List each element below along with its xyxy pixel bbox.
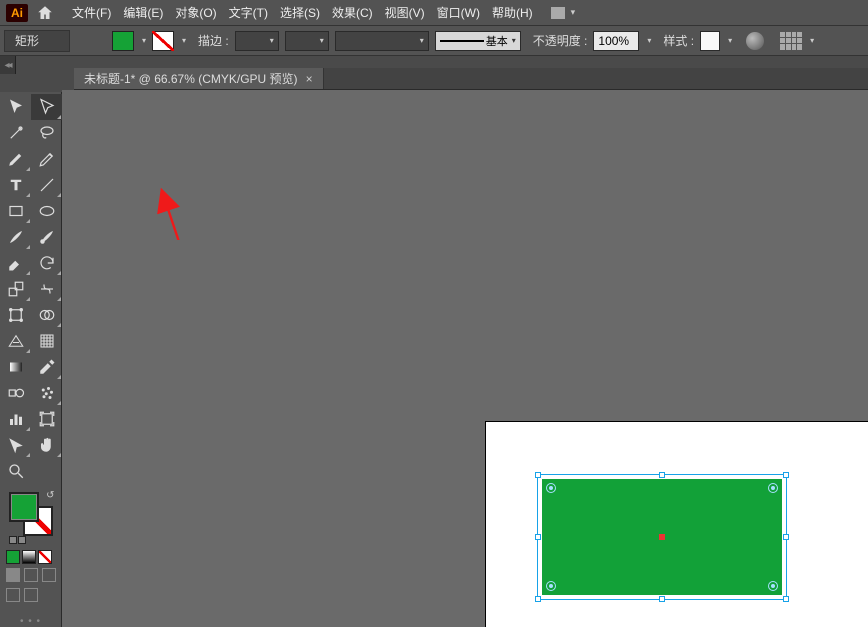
stroke-picker-chevron-icon[interactable]: ▾	[182, 36, 186, 45]
menu-help[interactable]: 帮助(H)	[486, 0, 539, 26]
eraser-tool-icon[interactable]	[0, 250, 31, 276]
document-tab[interactable]: 未标题-1* @ 66.67% (CMYK/GPU 预览) ×	[74, 68, 324, 89]
artboard-tool-icon[interactable]	[31, 406, 62, 432]
draw-inside-icon[interactable]	[42, 568, 56, 582]
menu-effect[interactable]: 效果(C)	[326, 0, 379, 26]
opacity-label: 不透明度 :	[533, 32, 588, 49]
color-mode-gradient[interactable]	[22, 550, 36, 564]
document-tab-bar: 未标题-1* @ 66.67% (CMYK/GPU 预览) ×	[74, 68, 868, 90]
ellipse-tool-icon[interactable]	[31, 198, 62, 224]
control-bar: 矩形 ▾ ▾ 描边 : ▾ ▾ ▾ 基本 ▾ 不透明度 : 100% ▾ 样式 …	[0, 26, 868, 56]
scale-tool-icon[interactable]	[0, 276, 31, 302]
perspective-grid-tool-icon[interactable]	[0, 328, 31, 354]
draw-behind-icon[interactable]	[24, 568, 38, 582]
zoom-tool-icon[interactable]	[0, 458, 31, 484]
close-tab-icon[interactable]: ×	[306, 72, 313, 86]
direct-selection-tool-icon[interactable]	[31, 94, 62, 120]
shape-builder-tool-icon[interactable]	[31, 302, 62, 328]
swap-fill-stroke-icon[interactable]: ↺	[46, 490, 54, 501]
stroke-weight-input[interactable]: ▾	[235, 31, 279, 51]
fill-swatch[interactable]	[112, 31, 134, 51]
stroke-swatch[interactable]	[152, 31, 174, 51]
brush-definition-dropdown[interactable]: 基本 ▾	[435, 31, 521, 51]
rectangle-tool-icon[interactable]	[0, 198, 31, 224]
toolbox: ↺ • • •	[0, 92, 62, 627]
curvature-tool-icon[interactable]	[31, 146, 62, 172]
color-mode-swatches	[6, 550, 61, 564]
blob-brush-tool-icon[interactable]	[31, 224, 62, 250]
color-mode-color[interactable]	[6, 550, 20, 564]
edit-toolbar-icon[interactable]: • • •	[0, 616, 61, 627]
hand-tool-icon[interactable]	[31, 432, 62, 458]
document-tab-title: 未标题-1* @ 66.67% (CMYK/GPU 预览)	[84, 70, 298, 87]
stroke-profile-dropdown[interactable]: ▾	[285, 31, 329, 51]
column-graph-tool-icon[interactable]	[0, 406, 31, 432]
eyedropper-tool-icon[interactable]	[31, 354, 62, 380]
color-mode-none[interactable]	[38, 550, 52, 564]
symbol-sprayer-tool-icon[interactable]	[31, 380, 62, 406]
screen-modes	[6, 588, 61, 602]
blend-tool-icon[interactable]	[0, 380, 31, 406]
align-panel-icon[interactable]	[780, 32, 802, 50]
menu-edit[interactable]: 编辑(E)	[117, 0, 169, 26]
stroke-label: 描边 :	[198, 32, 229, 49]
menu-view[interactable]: 视图(V)	[379, 0, 431, 26]
menu-window[interactable]: 窗口(W)	[431, 0, 486, 26]
line-segment-tool-icon[interactable]	[31, 172, 62, 198]
workspace-switcher[interactable]: ▾	[551, 7, 576, 19]
empty-tool-slot	[31, 458, 62, 484]
draw-normal-icon[interactable]	[6, 568, 20, 582]
home-icon[interactable]	[36, 4, 54, 22]
selected-rectangle-shape[interactable]	[542, 479, 782, 595]
menu-select[interactable]: 选择(S)	[274, 0, 326, 26]
brush-label: 基本	[486, 33, 508, 49]
style-label: 样式 :	[663, 32, 694, 49]
opacity-chevron-icon[interactable]: ▾	[647, 36, 651, 45]
selection-type-label: 矩形	[4, 30, 70, 52]
type-tool-icon[interactable]	[0, 172, 31, 198]
paintbrush-tool-icon[interactable]	[0, 224, 31, 250]
slice-tool-icon[interactable]	[0, 432, 31, 458]
free-transform-tool-icon[interactable]	[0, 302, 31, 328]
fill-picker-chevron-icon[interactable]: ▾	[142, 36, 146, 45]
screen-mode-full-icon[interactable]	[24, 588, 38, 602]
canvas-area[interactable]	[62, 90, 868, 627]
app-logo-icon: Ai	[6, 4, 28, 22]
stroke-width-profile-dropdown[interactable]: ▾	[335, 31, 429, 51]
default-fill-stroke-icon[interactable]	[9, 536, 26, 544]
selection-tool-icon[interactable]	[0, 94, 31, 120]
rotate-tool-icon[interactable]	[31, 250, 62, 276]
fill-proxy-swatch[interactable]	[9, 492, 39, 522]
graphic-style-swatch[interactable]	[700, 31, 720, 51]
width-tool-icon[interactable]	[31, 276, 62, 302]
menu-type[interactable]: 文字(T)	[223, 0, 274, 26]
gradient-tool-icon[interactable]	[0, 354, 31, 380]
style-chevron-icon[interactable]: ▾	[728, 36, 732, 45]
pen-tool-icon[interactable]	[0, 146, 31, 172]
mesh-tool-icon[interactable]	[31, 328, 62, 354]
drawing-modes	[6, 568, 61, 582]
menu-object[interactable]: 对象(O)	[169, 0, 222, 26]
fill-stroke-proxy[interactable]: ↺	[9, 492, 53, 536]
screen-mode-normal-icon[interactable]	[6, 588, 20, 602]
recolor-artwork-icon[interactable]	[746, 32, 764, 50]
panel-dock-collapse-strip[interactable]: ◂◂	[0, 56, 16, 74]
align-chevron-icon[interactable]: ▾	[810, 36, 814, 45]
brush-preview-icon	[440, 40, 484, 42]
opacity-input[interactable]: 100%	[593, 31, 639, 51]
lasso-tool-icon[interactable]	[31, 120, 62, 146]
magic-wand-tool-icon[interactable]	[0, 120, 31, 146]
menu-bar: Ai 文件(F) 编辑(E) 对象(O) 文字(T) 选择(S) 效果(C) 视…	[0, 0, 868, 26]
menu-file[interactable]: 文件(F)	[66, 0, 117, 26]
